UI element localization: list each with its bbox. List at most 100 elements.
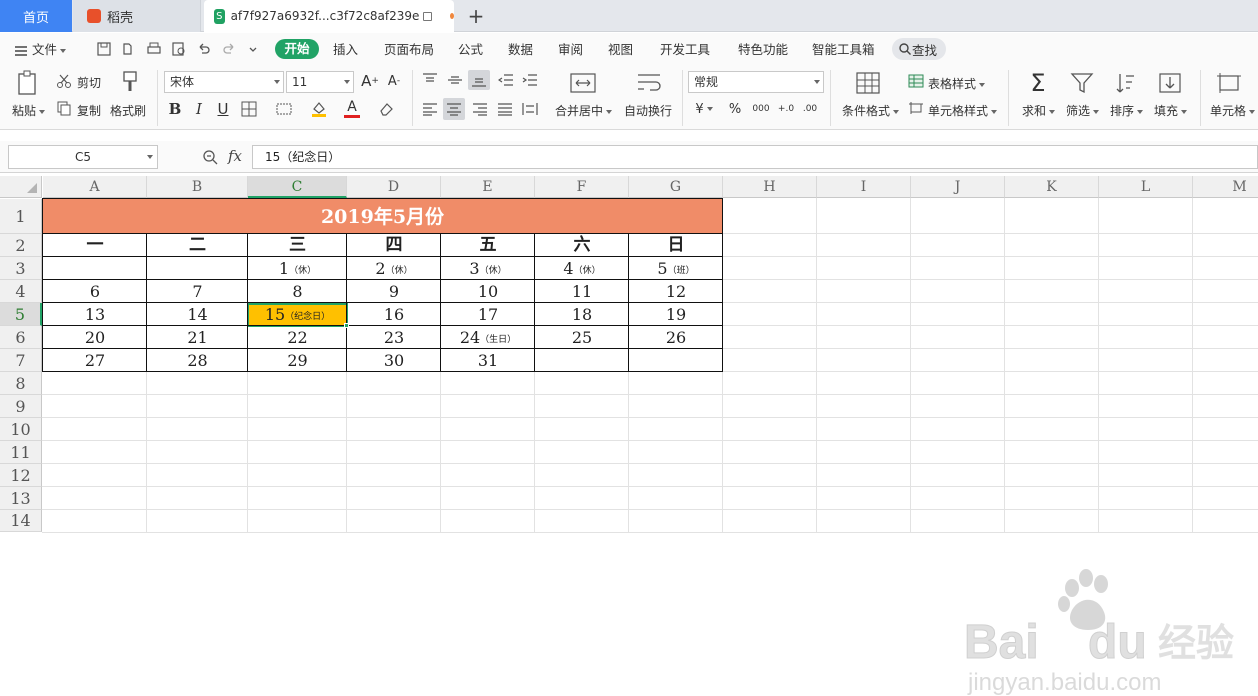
calendar-day-cell[interactable] (147, 257, 248, 280)
calendar-day-cell[interactable]: 15（纪念日） (248, 303, 347, 326)
calendar-day-cell[interactable]: 3（休） (441, 257, 535, 280)
calendar-day-cell[interactable]: 30 (347, 349, 441, 372)
tab-home[interactable]: 首页 (0, 0, 72, 32)
percent-button[interactable]: % (726, 100, 744, 118)
thousands-button[interactable]: 000 (750, 100, 772, 118)
column-header-j[interactable]: J (911, 176, 1005, 198)
calendar-day-cell[interactable]: 26 (629, 326, 723, 349)
row-header-7[interactable]: 7 (0, 349, 42, 372)
quick-access-more-icon[interactable] (248, 45, 258, 55)
row-header-5[interactable]: 5 (0, 303, 42, 326)
fill-handle[interactable] (344, 323, 349, 328)
fill-color-icon[interactable] (310, 100, 328, 118)
tab-review[interactable]: 审阅 (558, 41, 583, 59)
row-header-8[interactable]: 8 (0, 372, 42, 395)
cells-button[interactable]: 单元格 (1210, 102, 1256, 119)
tab-insert[interactable]: 插入 (333, 41, 358, 59)
calendar-day-cell[interactable]: 14 (147, 303, 248, 326)
italic-button[interactable]: I (190, 99, 208, 119)
tab-document[interactable]: S af7f927a6932f...c3f72c8af239e (204, 0, 454, 32)
conditional-format-icon[interactable] (856, 72, 880, 94)
sum-icon[interactable]: Σ (1026, 69, 1050, 97)
calendar-day-cell[interactable]: 4（休） (535, 257, 629, 280)
cut-icon[interactable] (56, 73, 72, 89)
align-left-icon[interactable] (422, 102, 438, 116)
weekday-header-cell[interactable]: 三 (248, 234, 347, 257)
paste-icon[interactable] (16, 70, 40, 96)
align-right-icon[interactable] (472, 102, 488, 116)
row-header-2[interactable]: 2 (0, 234, 42, 257)
tab-special-features[interactable]: 特色功能 (738, 41, 788, 59)
row-header-1[interactable]: 1 (0, 199, 42, 234)
calendar-title-cell[interactable]: 2019年5月份 (43, 199, 722, 234)
fill-icon[interactable] (1158, 72, 1182, 94)
format-painter-icon[interactable] (118, 70, 142, 96)
decrease-indent-icon[interactable] (498, 73, 514, 87)
calendar-day-cell[interactable]: 16 (347, 303, 441, 326)
calendar-day-cell[interactable]: 24（生日） (441, 326, 535, 349)
fill-button[interactable]: 填充 (1154, 102, 1188, 119)
calendar-day-cell[interactable]: 5（班） (629, 257, 723, 280)
zoom-icon[interactable] (202, 149, 218, 165)
calendar-day-cell[interactable] (629, 349, 723, 372)
conditional-format-button[interactable]: 条件格式 (842, 102, 900, 119)
sort-button[interactable]: 排序 (1110, 102, 1144, 119)
borders-icon[interactable] (241, 101, 257, 117)
row-header-6[interactable]: 6 (0, 326, 42, 349)
calendar-day-cell[interactable]: 1（休） (248, 257, 347, 280)
bold-button[interactable]: B (166, 99, 184, 119)
calendar-day-cell[interactable]: 20 (43, 326, 147, 349)
clear-format-icon[interactable] (378, 101, 394, 117)
calendar-day-cell[interactable]: 13 (43, 303, 147, 326)
weekday-header-cell[interactable]: 五 (441, 234, 535, 257)
filter-icon[interactable] (1070, 72, 1094, 94)
calendar-day-cell[interactable]: 29 (248, 349, 347, 372)
weekday-header-cell[interactable]: 日 (629, 234, 723, 257)
calendar-day-cell[interactable]: 11 (535, 280, 629, 303)
distributed-icon[interactable] (522, 102, 538, 116)
weekday-header-cell[interactable]: 二 (147, 234, 248, 257)
calendar-day-cell[interactable]: 18 (535, 303, 629, 326)
undo-icon[interactable] (196, 41, 212, 57)
calendar-day-cell[interactable]: 21 (147, 326, 248, 349)
calendar-day-cell[interactable]: 10 (441, 280, 535, 303)
table-style-icon[interactable] (908, 74, 924, 88)
calendar-day-cell[interactable]: 12 (629, 280, 723, 303)
tab-page-layout[interactable]: 页面布局 (384, 41, 434, 59)
tab-daoke[interactable]: 稻壳 (73, 0, 201, 32)
wrap-text-button[interactable]: 自动换行 (624, 102, 672, 119)
redo-icon[interactable] (221, 41, 237, 57)
column-header-g[interactable]: G (629, 176, 723, 198)
calendar-day-cell[interactable]: 7 (147, 280, 248, 303)
copy-icon[interactable] (56, 100, 72, 116)
increase-indent-icon[interactable] (522, 73, 538, 87)
calendar-day-cell[interactable]: 8 (248, 280, 347, 303)
calendar-day-cell[interactable]: 9 (347, 280, 441, 303)
column-header-i[interactable]: I (817, 176, 911, 198)
calendar-day-cell[interactable]: 28 (147, 349, 248, 372)
column-header-c[interactable]: C (248, 176, 347, 198)
merge-center-icon[interactable] (570, 72, 596, 94)
paste-button[interactable]: 粘贴 (12, 102, 46, 119)
calendar-day-cell[interactable] (43, 257, 147, 280)
weekday-header-cell[interactable]: 四 (347, 234, 441, 257)
increase-decimal-button[interactable]: +.0 (776, 100, 796, 118)
column-header-e[interactable]: E (441, 176, 535, 198)
filter-button[interactable]: 筛选 (1066, 102, 1100, 119)
cell-style-icon[interactable] (908, 101, 924, 115)
wrap-text-icon[interactable] (636, 72, 662, 94)
open-folder-icon[interactable] (121, 41, 137, 57)
justify-icon[interactable] (497, 102, 513, 116)
tab-smart-toolbox[interactable]: 智能工具箱 (812, 41, 875, 59)
calendar-day-cell[interactable]: 25 (535, 326, 629, 349)
calendar-day-cell[interactable]: 22 (248, 326, 347, 349)
print-preview-icon[interactable] (171, 41, 187, 57)
calendar-day-cell[interactable]: 19 (629, 303, 723, 326)
column-header-m[interactable]: M (1193, 176, 1258, 198)
copy-button[interactable]: 复制 (77, 102, 101, 119)
decrease-font-icon[interactable]: A- (384, 71, 404, 91)
align-bottom-button[interactable] (468, 70, 490, 90)
row-header-12[interactable]: 12 (0, 464, 42, 487)
column-header-k[interactable]: K (1005, 176, 1099, 198)
calendar-day-cell[interactable]: 23 (347, 326, 441, 349)
